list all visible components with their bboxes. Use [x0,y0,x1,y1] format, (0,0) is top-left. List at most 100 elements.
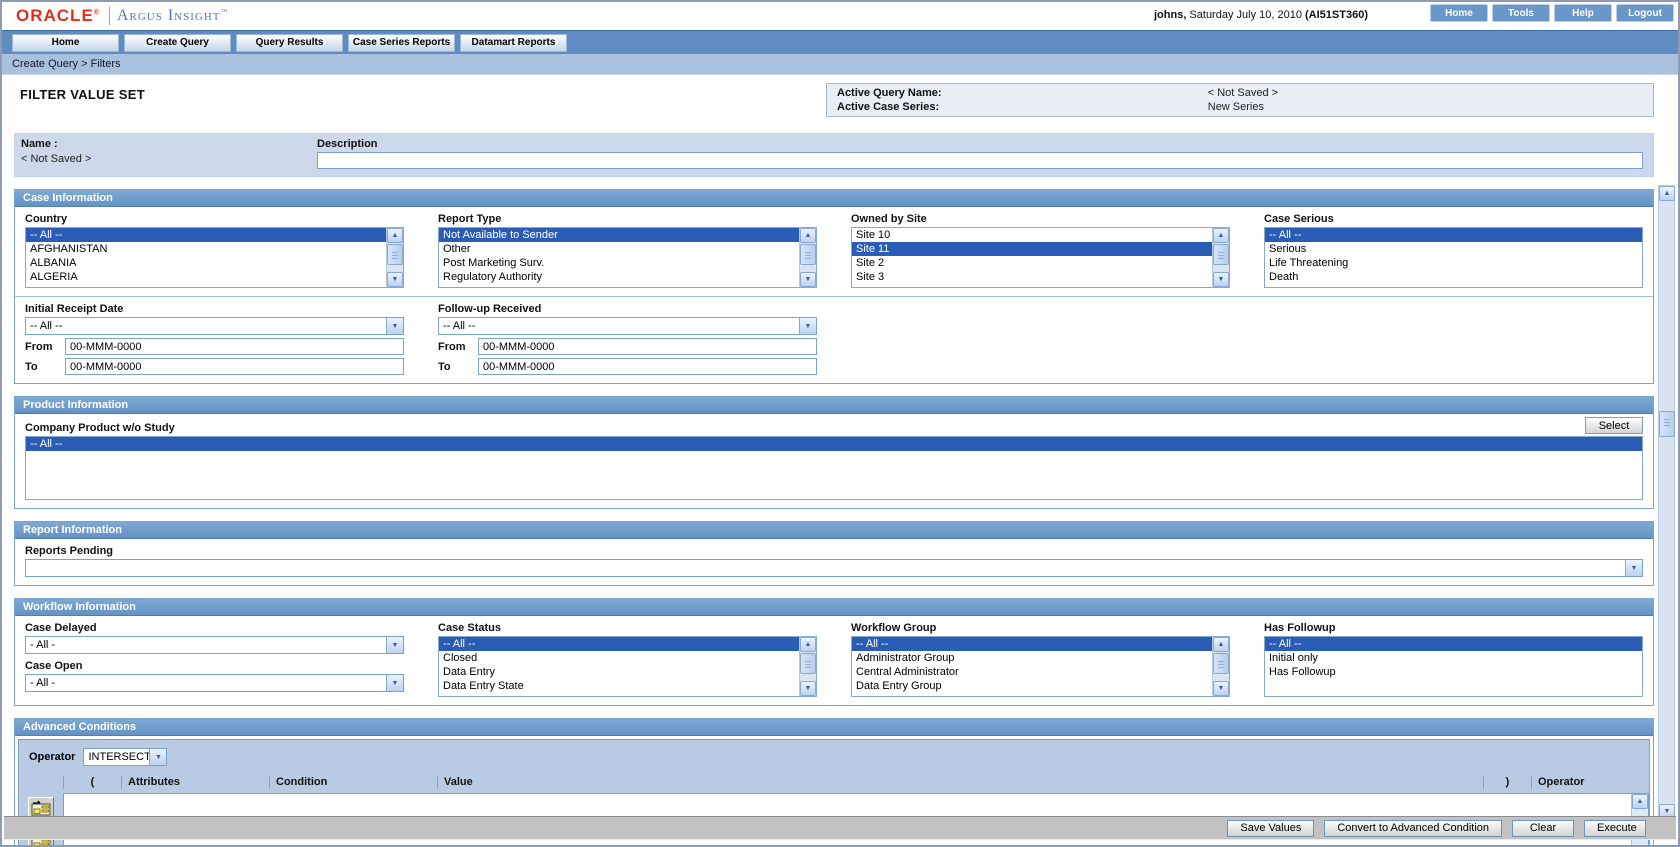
listbox-option[interactable]: Data Entry Group [852,679,1212,693]
report-type-listbox[interactable]: Not Available to Sender Other Post Marketi… [438,227,817,288]
execute-button[interactable]: Execute [1584,819,1646,837]
save-values-button[interactable]: Save Values [1227,819,1315,837]
listbox-option[interactable]: Site 10 [852,228,1212,242]
scroll-up-icon[interactable]: ▲ [1213,228,1229,243]
listbox-option[interactable]: AFGHANISTAN [26,242,386,256]
listbox-option[interactable]: Data Entry State [439,679,799,693]
initial-receipt-to-input[interactable] [65,358,404,375]
listbox-option[interactable]: -- All -- [852,637,1212,651]
listbox-option[interactable]: Site 2 [852,256,1212,270]
listbox-option[interactable]: ALBANIA [26,256,386,270]
follow-up-received-select[interactable]: -- All -- ▼ [438,317,817,335]
listbox-option[interactable]: Serious [1265,242,1642,256]
scroll-down-icon[interactable]: ▼ [1213,272,1229,287]
listbox-option[interactable]: Other [439,242,799,256]
tab-datamart-reports[interactable]: Datamart Reports [460,33,567,52]
listbox-option[interactable]: Site 3 [852,270,1212,284]
listbox-option[interactable]: Death [1265,270,1642,284]
report-type-label: Report Type [438,213,502,225]
help-button[interactable]: Help [1554,4,1612,22]
scrollbar-thumb[interactable] [800,653,816,674]
scroll-up-icon[interactable]: ▲ [800,228,816,243]
listbox-option[interactable]: Administrator Group [852,651,1212,665]
scroll-down-icon[interactable]: ▼ [387,272,403,287]
case-status-listbox[interactable]: -- All -- Closed Data Entry Data Entry Stat… [438,636,817,697]
top-bar: ORACLE® Argus Insight™ johns, Saturday J… [2,2,1678,30]
operator-label: Operator [29,751,76,763]
follow-up-to-input[interactable] [478,358,817,375]
listbox-scrollbar[interactable]: ▲ ▼ [799,637,816,696]
listbox-option[interactable]: Post Marketing Surv. [439,256,799,270]
operator-select[interactable]: INTERSECT ▼ [83,748,168,766]
listbox-option[interactable]: -- All -- [26,437,1642,451]
scrollbar-thumb[interactable] [1213,244,1229,265]
scroll-down-icon[interactable]: ▼ [800,272,816,287]
country-listbox[interactable]: -- All -- AFGHANISTAN ALBANIA ALGERIA ▲ ▼ [25,227,404,288]
listbox-option[interactable]: Closed [439,651,799,665]
chevron-down-icon[interactable]: ▼ [386,637,403,653]
listbox-option[interactable]: Has Followup [1265,665,1642,679]
listbox-option[interactable]: ALGERIA [26,270,386,284]
scroll-down-icon[interactable]: ▼ [1213,681,1229,696]
follow-up-from-input[interactable] [478,338,817,355]
scrollbar-thumb[interactable] [387,244,403,265]
listbox-option[interactable]: -- All -- [1265,637,1642,651]
scroll-up-icon[interactable]: ▲ [800,637,816,652]
case-serious-listbox[interactable]: -- All -- Serious Life Threatening Death [1264,227,1643,288]
listbox-option[interactable]: Initial only [1265,651,1642,665]
tab-query-results[interactable]: Query Results [236,33,343,52]
scrollbar-thumb[interactable] [1659,411,1675,437]
chevron-down-icon[interactable]: ▼ [386,318,403,334]
reports-pending-select[interactable]: ▼ [25,559,1643,577]
chevron-down-icon[interactable]: ▼ [149,749,167,765]
active-query-name-value: < Not Saved > [1207,87,1279,99]
home-button[interactable]: Home [1430,4,1488,22]
page-scrollbar[interactable]: ▲ ▼ [1658,185,1675,820]
chevron-down-icon[interactable]: ▼ [799,318,816,334]
workflow-group-listbox[interactable]: -- All -- Administrator Group Central Admi… [851,636,1230,697]
listbox-option[interactable]: Life Threatening [1265,256,1642,270]
section-case-information: Case Information Country -- All -- AFGHAN… [14,189,1654,384]
listbox-scrollbar[interactable]: ▲ ▼ [1212,228,1229,287]
scrollbar-thumb[interactable] [1213,653,1229,674]
tab-home[interactable]: Home [12,33,119,52]
listbox-scrollbar[interactable]: ▲ ▼ [386,228,403,287]
initial-receipt-date-select[interactable]: -- All -- ▼ [25,317,404,335]
chevron-down-icon[interactable]: ▼ [386,675,403,691]
initial-receipt-from-input[interactable] [65,338,404,355]
listbox-option[interactable]: -- All -- [439,637,799,651]
description-input[interactable] [317,152,1643,169]
company-product-listbox[interactable]: -- All -- [25,436,1643,500]
chevron-down-icon[interactable]: ▼ [1625,560,1642,576]
scroll-up-icon[interactable]: ▲ [1659,186,1675,201]
scroll-up-icon[interactable]: ▲ [387,228,403,243]
close-paren-header: ) [1483,776,1531,789]
listbox-option[interactable]: Central Administrator [852,665,1212,679]
owned-by-site-listbox[interactable]: Site 10 Site 11 Site 2 Site 3 ▲ ▼ [851,227,1230,288]
case-open-select[interactable]: - All - ▼ [25,674,404,692]
tools-button[interactable]: Tools [1492,4,1550,22]
scroll-down-icon[interactable]: ▼ [800,681,816,696]
listbox-scrollbar[interactable]: ▲ ▼ [1212,637,1229,696]
listbox-option[interactable]: Regulatory Authority [439,270,799,284]
tab-create-query[interactable]: Create Query [124,33,231,52]
scroll-up-icon[interactable]: ▲ [1632,794,1648,809]
case-delayed-select[interactable]: - All - ▼ [25,636,404,654]
listbox-option[interactable]: Not Available to Sender [439,228,799,242]
name-label: Name : [21,138,58,150]
clear-button[interactable]: Clear [1512,819,1574,837]
listbox-option[interactable]: -- All -- [1265,228,1642,242]
listbox-option[interactable]: Site 11 [852,242,1212,256]
convert-to-advanced-condition-button[interactable]: Convert to Advanced Condition [1324,819,1502,837]
case-serious-label: Case Serious [1264,213,1334,225]
listbox-scrollbar[interactable]: ▲ ▼ [799,228,816,287]
has-followup-listbox[interactable]: -- All -- Initial only Has Followup [1264,636,1643,697]
scrollbar-thumb[interactable] [800,244,816,265]
logout-button[interactable]: Logout [1616,4,1674,22]
attributes-header: Attributes [121,776,269,789]
tab-case-series-reports[interactable]: Case Series Reports [348,33,455,52]
listbox-option[interactable]: -- All -- [26,228,386,242]
select-button[interactable]: Select [1585,417,1643,434]
listbox-option[interactable]: Data Entry [439,665,799,679]
scroll-up-icon[interactable]: ▲ [1213,637,1229,652]
